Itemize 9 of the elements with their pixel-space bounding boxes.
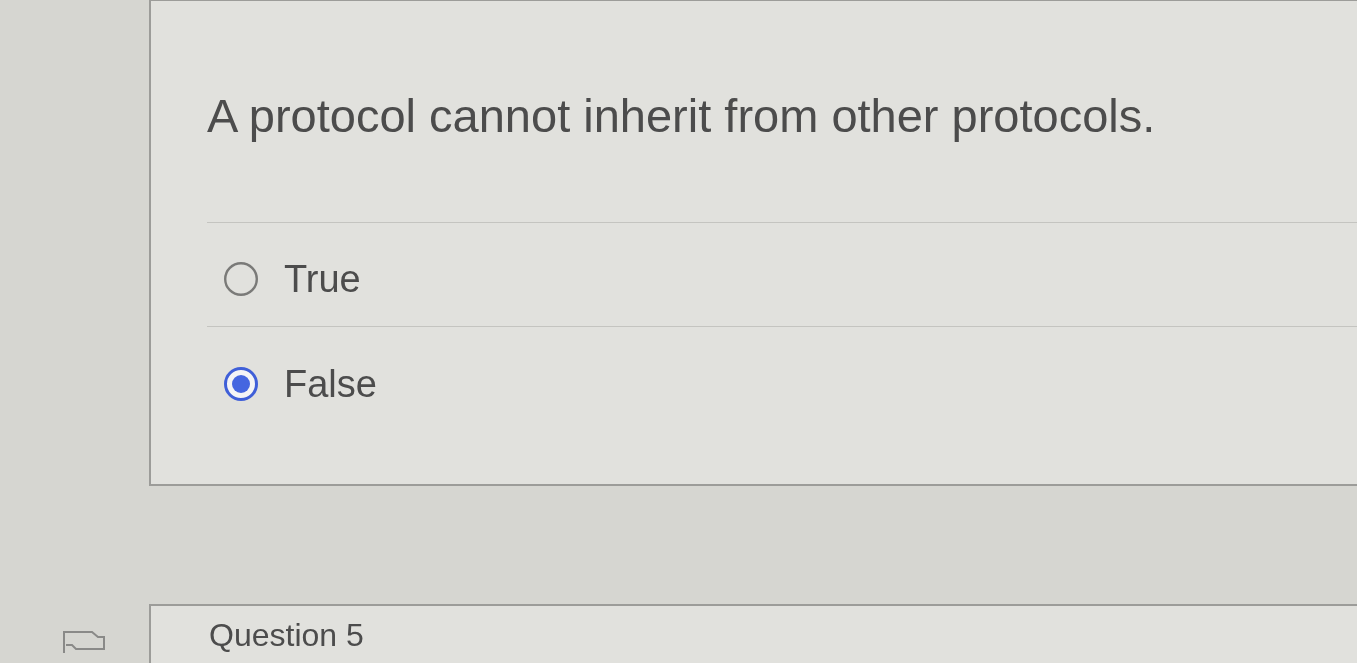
option-label: True (284, 257, 361, 302)
answer-option[interactable]: True (207, 222, 1357, 326)
option-label: False (284, 362, 377, 407)
answer-option[interactable]: False (207, 326, 1357, 431)
question-text: A protocol cannot inherit from other protocols. (207, 89, 1157, 143)
radio-button[interactable] (224, 262, 258, 296)
flag-icon[interactable] (62, 630, 106, 654)
question-title: Question 5 (209, 616, 365, 654)
radio-button[interactable] (224, 367, 258, 401)
